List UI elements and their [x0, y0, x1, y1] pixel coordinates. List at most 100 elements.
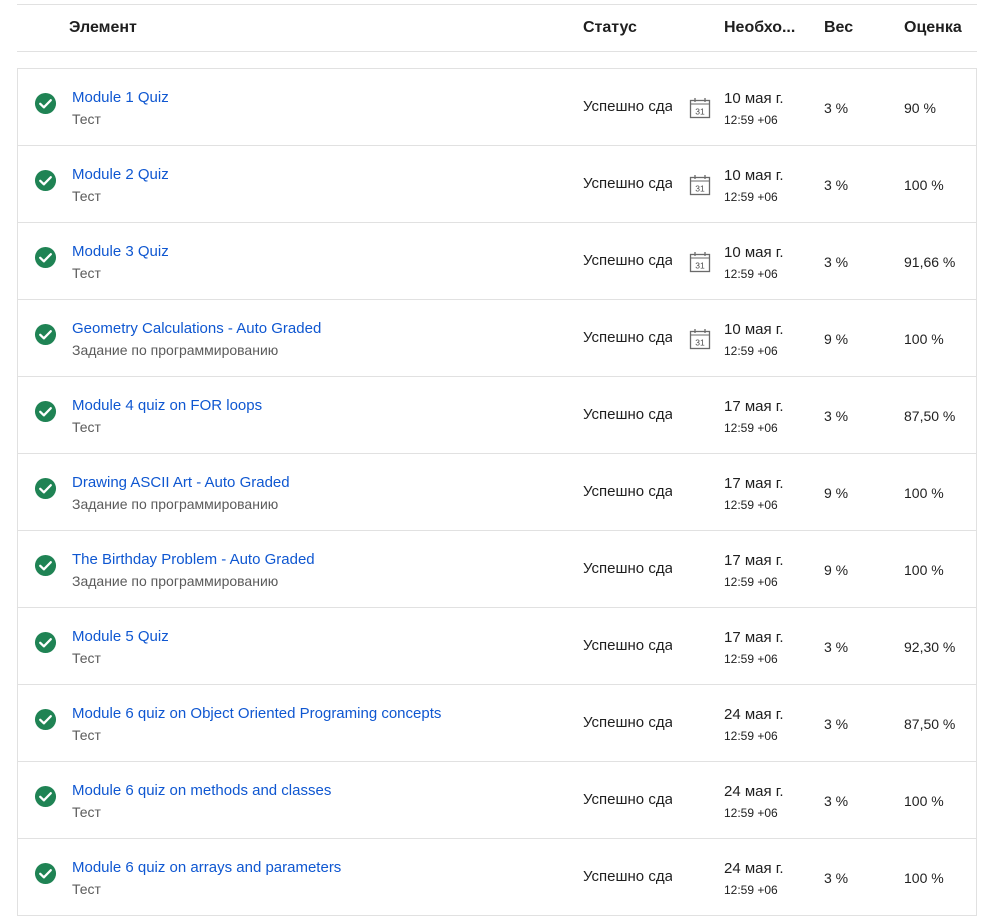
item-title-link[interactable]: Module 6 quiz on methods and classes: [72, 782, 331, 799]
due-time: 12:59 +06: [724, 498, 778, 512]
due-time: 12:59 +06: [724, 113, 778, 127]
item-type-label: Тест: [72, 804, 101, 820]
due-time: 12:59 +06: [724, 575, 778, 589]
due-date: 10 мая г.: [724, 90, 784, 107]
completed-check-icon: [34, 400, 57, 423]
grade-value: 100 %: [904, 793, 944, 809]
grade-value: 87,50 %: [904, 716, 956, 732]
due-date: 10 мая г.: [724, 167, 784, 184]
item-type-label: Тест: [72, 111, 101, 127]
grade-value: 87,50 %: [904, 408, 956, 424]
status-text: Успешно сдано: [583, 329, 672, 346]
weight-value: 3 %: [824, 254, 849, 270]
grade-value: 91,66 %: [904, 254, 956, 270]
due-date: 24 мая г.: [724, 860, 784, 877]
grade-value: 100 %: [904, 331, 944, 347]
due-time: 12:59 +06: [724, 344, 778, 358]
grade-value: 100 %: [904, 870, 944, 886]
weight-value: 9 %: [824, 331, 849, 347]
table-row[interactable]: Drawing ASCII Art - Auto Graded Задание п…: [18, 454, 976, 531]
item-type-label: Задание по программированию: [72, 496, 279, 512]
item-title-link[interactable]: Module 3 Quiz: [72, 243, 169, 260]
table-row[interactable]: Module 6 quiz on Object Oriented Program…: [18, 685, 976, 762]
table-row[interactable]: Module 4 quiz on FOR loops Тест Успешно сд…: [18, 377, 976, 454]
due-time: 12:59 +06: [724, 652, 778, 666]
status-text: Успешно сдано: [583, 791, 672, 808]
item-title-link[interactable]: Drawing ASCII Art - Auto Graded: [72, 474, 290, 491]
item-title-link[interactable]: Module 1 Quiz: [72, 89, 169, 106]
table-row[interactable]: The Birthday Problem - Auto Graded Задани…: [18, 531, 976, 608]
column-header-status[interactable]: Статус: [583, 19, 637, 37]
table-row[interactable]: Module 6 quiz on arrays and parameters Те…: [18, 839, 976, 916]
weight-value: 3 %: [824, 716, 849, 732]
status-text: Успешно сдано: [583, 637, 672, 654]
column-header-due[interactable]: Необхо...: [724, 19, 800, 37]
grade-value: 100 %: [904, 177, 944, 193]
column-header-weight[interactable]: Вес: [824, 19, 853, 37]
due-date: 17 мая г.: [724, 629, 784, 646]
table-row[interactable]: Module 2 Quiz Тест Успешно сдано 31 10 мая г…: [18, 146, 976, 223]
completed-check-icon: [34, 862, 57, 885]
column-header-grade[interactable]: Оценка: [904, 19, 962, 37]
weight-value: 9 %: [824, 562, 849, 578]
due-time: 12:59 +06: [724, 729, 778, 743]
due-date: 17 мая г.: [724, 552, 784, 569]
svg-text:31: 31: [695, 338, 705, 348]
table-row[interactable]: Module 6 quiz on methods and classes Тест…: [18, 762, 976, 839]
status-text: Успешно сдано: [583, 714, 672, 731]
completed-check-icon: [34, 92, 57, 115]
table-row[interactable]: Module 5 Quiz Тест Успешно сдано 17 мая г. 1…: [18, 608, 976, 685]
table-row[interactable]: Module 3 Quiz Тест Успешно сдано 31 10 мая г…: [18, 223, 976, 300]
due-date: 17 мая г.: [724, 398, 784, 415]
completed-check-icon: [34, 708, 57, 731]
status-text: Успешно сдано: [583, 406, 672, 423]
grade-value: 92,30 %: [904, 639, 956, 655]
due-time: 12:59 +06: [724, 421, 778, 435]
due-date: 24 мая г.: [724, 706, 784, 723]
item-title-link[interactable]: Module 6 quiz on arrays and parameters: [72, 859, 341, 876]
item-type-label: Тест: [72, 265, 101, 281]
item-type-label: Тест: [72, 650, 101, 666]
completed-check-icon: [34, 323, 57, 346]
svg-text:31: 31: [695, 184, 705, 194]
weight-value: 3 %: [824, 100, 849, 116]
status-text: Успешно сдано: [583, 868, 672, 885]
weight-value: 3 %: [824, 793, 849, 809]
completed-check-icon: [34, 246, 57, 269]
item-type-label: Тест: [72, 727, 101, 743]
due-time: 12:59 +06: [724, 806, 778, 820]
svg-text:31: 31: [695, 107, 705, 117]
calendar-icon: 31: [689, 98, 711, 119]
item-title-link[interactable]: Module 5 Quiz: [72, 628, 169, 645]
weight-value: 3 %: [824, 408, 849, 424]
item-title-link[interactable]: Geometry Calculations - Auto Graded: [72, 320, 321, 337]
table-row[interactable]: Geometry Calculations - Auto Graded Задан…: [18, 300, 976, 377]
completed-check-icon: [34, 169, 57, 192]
table-header: Элемент Статус Необхо... Вес Оценка: [17, 5, 977, 52]
completed-check-icon: [34, 785, 57, 808]
item-title-link[interactable]: Module 4 quiz on FOR loops: [72, 397, 262, 414]
due-time: 12:59 +06: [724, 883, 778, 897]
weight-value: 9 %: [824, 485, 849, 501]
status-text: Успешно сдано: [583, 560, 672, 577]
status-text: Успешно сдано: [583, 175, 672, 192]
due-date: 24 мая г.: [724, 783, 784, 800]
due-date: 10 мая г.: [724, 244, 784, 261]
completed-check-icon: [34, 477, 57, 500]
item-title-link[interactable]: The Birthday Problem - Auto Graded: [72, 551, 315, 568]
weight-value: 3 %: [824, 639, 849, 655]
weight-value: 3 %: [824, 177, 849, 193]
column-header-item[interactable]: Элемент: [69, 19, 137, 37]
item-title-link[interactable]: Module 6 quiz on Object Oriented Program…: [72, 705, 441, 722]
grade-value: 90 %: [904, 100, 936, 116]
grade-value: 100 %: [904, 562, 944, 578]
grade-value: 100 %: [904, 485, 944, 501]
status-text: Успешно сдано: [583, 252, 672, 269]
table-row[interactable]: Module 1 Quiz Тест Успешно сдано 31 10 мая г…: [18, 69, 976, 146]
due-time: 12:59 +06: [724, 190, 778, 204]
item-type-label: Задание по программированию: [72, 573, 279, 589]
weight-value: 3 %: [824, 870, 849, 886]
completed-check-icon: [34, 631, 57, 654]
due-time: 12:59 +06: [724, 267, 778, 281]
item-title-link[interactable]: Module 2 Quiz: [72, 166, 169, 183]
